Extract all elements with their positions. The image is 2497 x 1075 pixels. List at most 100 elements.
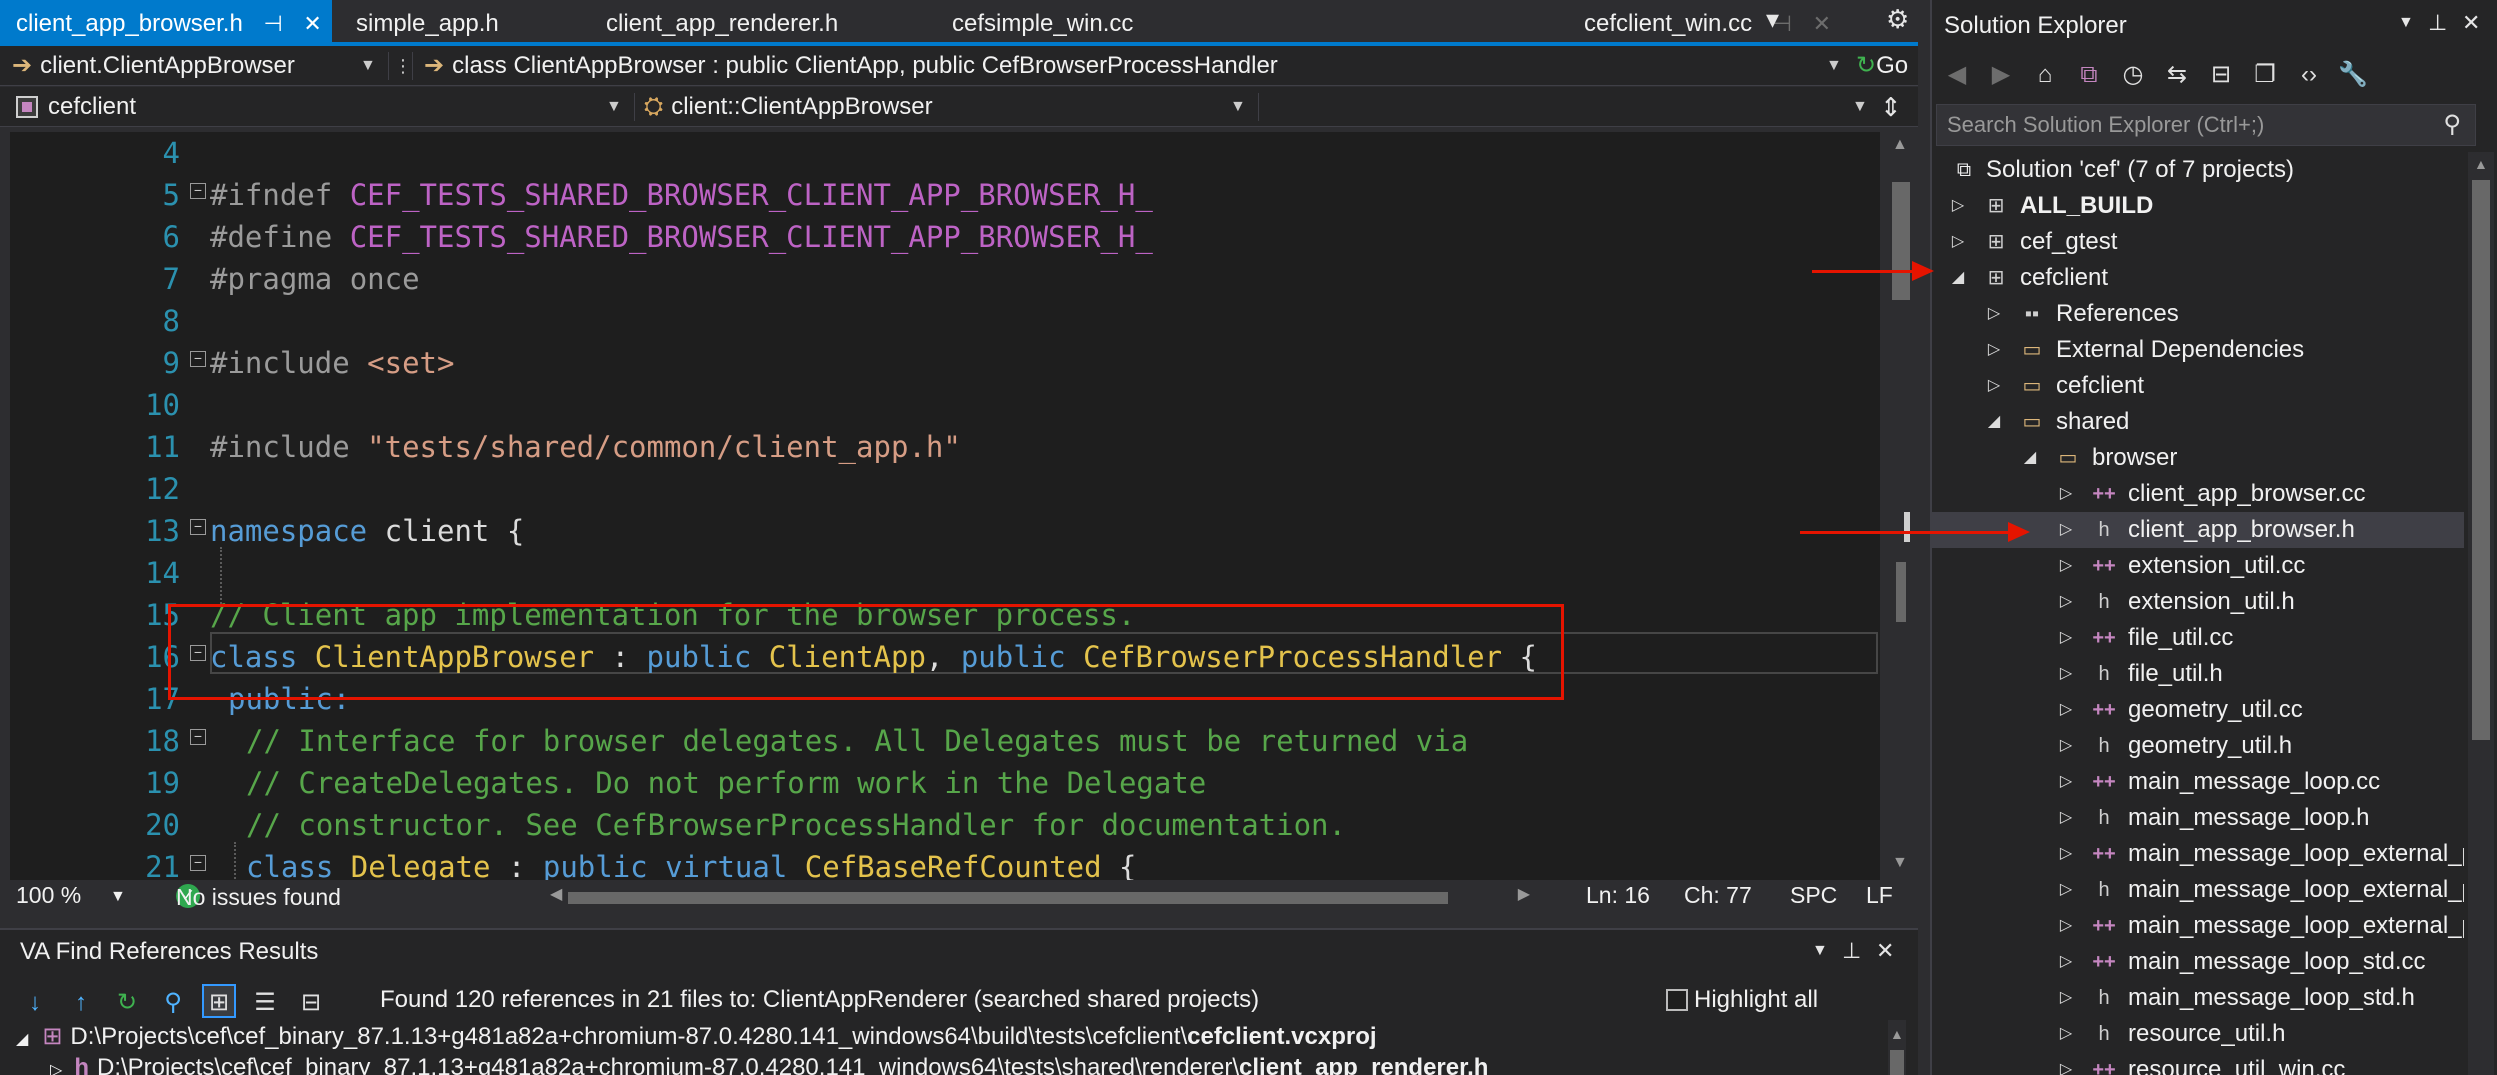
- fold-collapse-icon[interactable]: −: [190, 855, 206, 871]
- panel-menu-icon[interactable]: ▼: [1812, 942, 1828, 960]
- collapsed-triangle-icon[interactable]: ▷: [1948, 224, 1968, 260]
- close-tab-icon[interactable]: ✕: [303, 0, 321, 48]
- collapsed-triangle-icon[interactable]: ▷: [2056, 980, 2076, 1016]
- tab-client-app-browser-h[interactable]: client_app_browser.h ⊣ ✕: [0, 0, 332, 42]
- tree-item[interactable]: ▷ ++ file_util.cc: [1932, 620, 2464, 656]
- tree-item[interactable]: ▷ h extension_util.h: [1932, 584, 2464, 620]
- close-icon[interactable]: ✕: [2462, 10, 2480, 36]
- tree-item[interactable]: ▷ ++ main_message_loop.cc: [1932, 764, 2464, 800]
- refresh-icon[interactable]: ↻: [110, 986, 144, 1020]
- switch-views-icon[interactable]: ⧉: [2072, 58, 2106, 92]
- tab-client-app-renderer-h[interactable]: client_app_renderer.h: [606, 0, 838, 42]
- collapsed-triangle-icon[interactable]: ▷: [1948, 188, 1968, 224]
- collapsed-triangle-icon[interactable]: ▷: [2056, 872, 2076, 908]
- scroll-right-icon[interactable]: ▶: [1518, 884, 1530, 904]
- collapsed-triangle-icon[interactable]: ▷: [2056, 692, 2076, 728]
- gear-icon[interactable]: ⚙: [1886, 4, 1909, 35]
- chevron-down-icon[interactable]: ▼: [1230, 87, 1246, 127]
- collapsed-triangle-icon[interactable]: ▷: [2056, 584, 2076, 620]
- scroll-up-icon[interactable]: ▲: [1892, 136, 1908, 154]
- eol-indicator[interactable]: LF: [1866, 882, 1893, 909]
- collapsed-triangle-icon[interactable]: ▷: [1984, 332, 2004, 368]
- collapsed-triangle-icon[interactable]: ▷: [2056, 548, 2076, 584]
- chevron-down-icon[interactable]: ▼: [606, 87, 622, 127]
- close-icon[interactable]: ✕: [1876, 938, 1894, 964]
- collapsed-triangle-icon[interactable]: ▷: [1984, 296, 2004, 332]
- find-icon[interactable]: ⚲: [156, 986, 190, 1020]
- collapsed-triangle-icon[interactable]: ▷: [1984, 368, 2004, 404]
- tree-item[interactable]: ▷ ▪▪ References: [1932, 296, 2464, 332]
- pin-icon[interactable]: ⊥: [1842, 938, 1861, 964]
- scroll-thumb[interactable]: [568, 892, 1448, 904]
- collapsed-triangle-icon[interactable]: ▷: [2056, 620, 2076, 656]
- scroll-up-icon[interactable]: ▲: [2474, 156, 2488, 172]
- tree-item[interactable]: ▷ h main_message_loop_external_pump.h: [1932, 872, 2464, 908]
- collapse-all-icon[interactable]: ⊟: [2204, 58, 2238, 92]
- forward-icon[interactable]: ▶: [1984, 58, 2018, 92]
- chevron-down-icon[interactable]: ▼: [1826, 46, 1842, 86]
- definition-selector[interactable]: ➔ class ClientAppBrowser : public ClientA…: [424, 46, 1278, 86]
- panel-menu-icon[interactable]: ▼: [2398, 14, 2414, 32]
- expanded-triangle-icon[interactable]: ◢: [2020, 440, 2040, 476]
- more-icon[interactable]: ⋮: [394, 46, 412, 86]
- scroll-left-icon[interactable]: ◀: [550, 884, 562, 904]
- collapsed-triangle-icon[interactable]: ▷: [2056, 1052, 2076, 1075]
- zoom-dropdown-icon[interactable]: ▼: [110, 888, 126, 906]
- result-row[interactable]: ◢ ⊞ D:\Projects\cef\cef_binary_87.1.13+g48…: [16, 1022, 1377, 1051]
- tree-item[interactable]: ▷ h file_util.h: [1932, 656, 2464, 692]
- search-solution-explorer-input[interactable]: Search Solution Explorer (Ctrl+;) ⚲: [1936, 104, 2476, 146]
- editor-vertical-scrollbar[interactable]: ▲ ▼: [1882, 132, 1918, 880]
- tree-item[interactable]: ⧉ Solution 'cef' (7 of 7 projects): [1932, 152, 2464, 188]
- tree-item[interactable]: ◢ ⊞ cefclient: [1932, 260, 2464, 296]
- chevron-down-icon[interactable]: ▼: [1852, 87, 1868, 127]
- tree-item[interactable]: ▷ ▭ cefclient: [1932, 368, 2464, 404]
- scroll-down-icon[interactable]: ▼: [1892, 854, 1908, 872]
- member-selector[interactable]: ⛭ client::ClientAppBrowser: [644, 87, 933, 127]
- pin-icon[interactable]: ⊥: [2428, 10, 2447, 36]
- tree-item[interactable]: ▷ ++ main_message_loop_external_pump.cc: [1932, 836, 2464, 872]
- show-all-files-icon[interactable]: ❐: [2248, 58, 2282, 92]
- tree-item[interactable]: ▷ h geometry_util.h: [1932, 728, 2464, 764]
- tab-simple-app-h[interactable]: simple_app.h: [356, 0, 499, 42]
- home-icon[interactable]: ⌂: [2028, 58, 2062, 92]
- tree-item[interactable]: ▷ ▭ External Dependencies: [1932, 332, 2464, 368]
- collapsed-triangle-icon[interactable]: ▷: [2056, 476, 2076, 512]
- code-editor[interactable]: 4 5 6 7 8 9 10 11 12 13 14 15 16 17 18 19 20 21 − − − − −…: [10, 132, 1880, 880]
- collapsed-triangle-icon[interactable]: ▷: [2056, 836, 2076, 872]
- editor-horizontal-scrollbar[interactable]: ◀ ▶: [550, 886, 1530, 908]
- line-indicator[interactable]: Ln: 16: [1586, 882, 1650, 909]
- split-window-icon[interactable]: ⇕: [1880, 87, 1902, 127]
- collapsed-triangle-icon[interactable]: ▷: [2056, 512, 2076, 548]
- close-tab-icon[interactable]: ✕: [1813, 0, 1831, 48]
- tree-item[interactable]: ▷ ++ client_app_browser.cc: [1932, 476, 2464, 512]
- collapsed-triangle-icon[interactable]: ▷: [2056, 764, 2076, 800]
- list-view-icon[interactable]: ☰: [248, 986, 282, 1020]
- solution-explorer-scrollbar[interactable]: ▲: [2468, 152, 2494, 1075]
- tree-item[interactable]: ▷ ++ main_message_loop_external_pump_win.c…: [1932, 908, 2464, 944]
- zoom-level[interactable]: 100 %: [16, 882, 81, 909]
- collapsed-triangle-icon[interactable]: ▷: [2056, 728, 2076, 764]
- fold-collapse-icon[interactable]: −: [190, 729, 206, 745]
- tree-item[interactable]: ▷ h main_message_loop_std.h: [1932, 980, 2464, 1016]
- back-icon[interactable]: ◀: [1940, 58, 1974, 92]
- scroll-thumb[interactable]: [1892, 182, 1910, 300]
- search-icon[interactable]: ⚲: [2443, 105, 2461, 145]
- tab-cefsimple-win-cc[interactable]: cefsimple_win.cc: [952, 0, 1133, 42]
- expanded-triangle-icon[interactable]: ◢: [1984, 404, 2004, 440]
- project-selector[interactable]: cefclient: [16, 87, 136, 127]
- collapsed-triangle-icon[interactable]: ▷: [2056, 800, 2076, 836]
- chevron-down-icon[interactable]: ▼: [360, 46, 376, 86]
- scope-selector[interactable]: ➔ client.ClientAppBrowser: [12, 46, 295, 86]
- collapsed-triangle-icon[interactable]: ▷: [2056, 944, 2076, 980]
- collapsed-triangle-icon[interactable]: ▷: [50, 1062, 62, 1075]
- highlight-all-checkbox[interactable]: Highlight all: [1666, 986, 1818, 1014]
- tree-item[interactable]: ▷ h main_message_loop.h: [1932, 800, 2464, 836]
- properties-wrench-icon[interactable]: 🔧: [2336, 58, 2370, 92]
- column-indicator[interactable]: Ch: 77: [1684, 882, 1752, 909]
- expanded-triangle-icon[interactable]: ◢: [1948, 260, 1968, 296]
- tree-item[interactable]: ▷ ++ geometry_util.cc: [1932, 692, 2464, 728]
- tree-item[interactable]: ▷ ⊞ cef_gtest: [1932, 224, 2464, 260]
- fold-collapse-icon[interactable]: −: [190, 351, 206, 367]
- collapsed-triangle-icon[interactable]: ▷: [2056, 656, 2076, 692]
- go-button[interactable]: ↻Go: [1856, 46, 1908, 86]
